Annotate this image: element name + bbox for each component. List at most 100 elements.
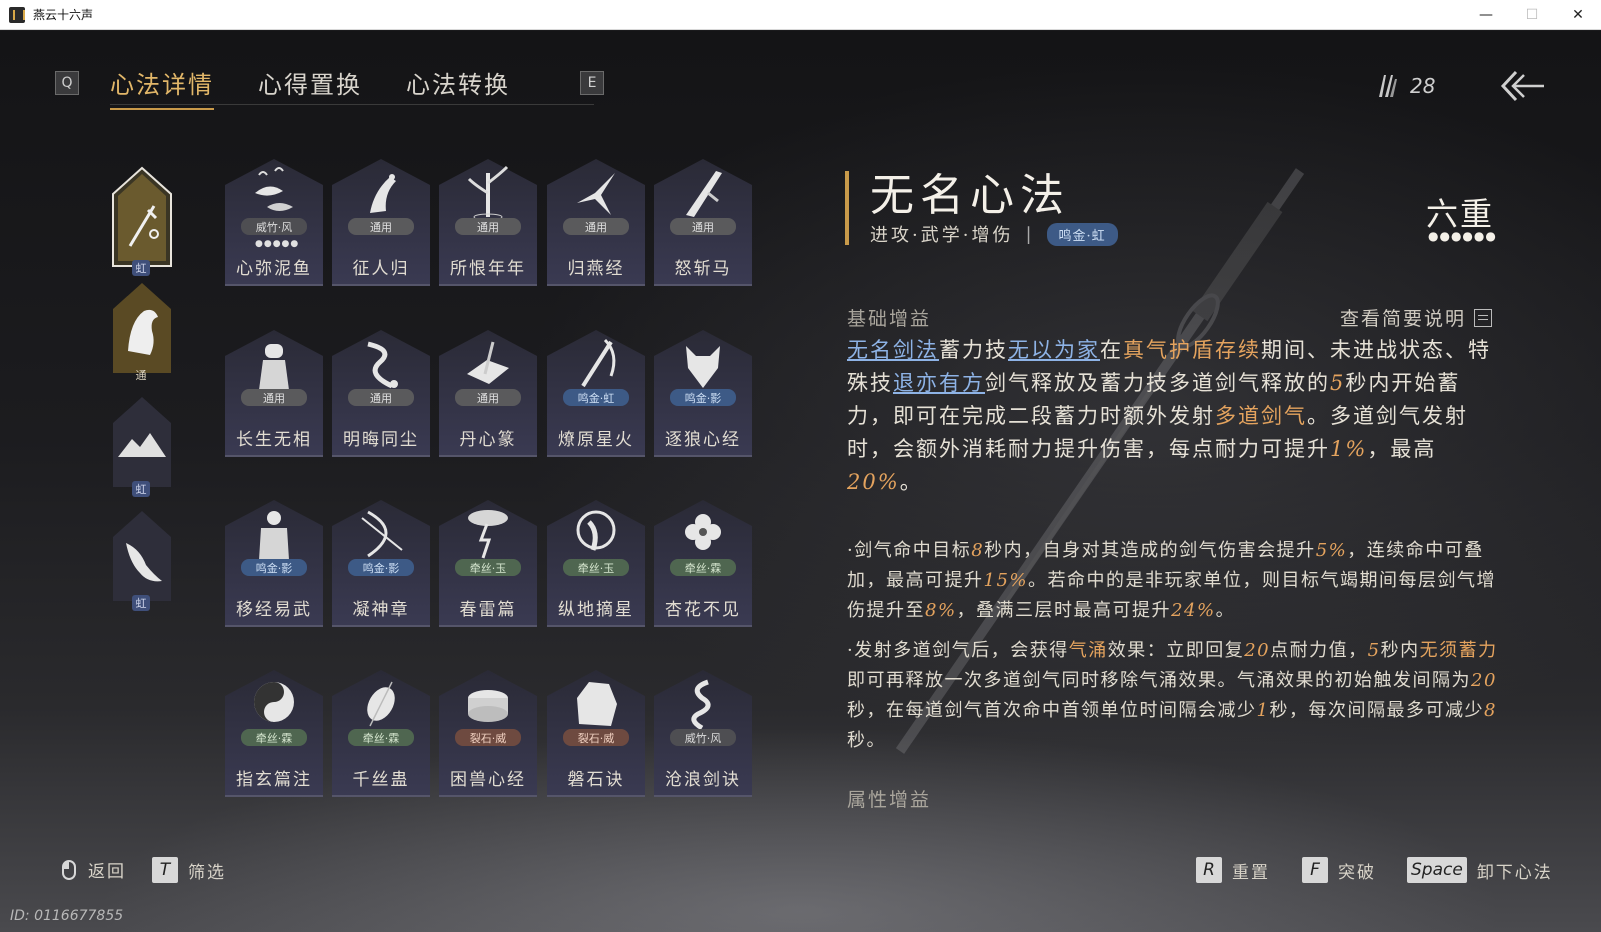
mind-card[interactable]: 通用 征人归 — [332, 159, 430, 287]
detail-sub-description-1: ·剑气命中目标8秒内，自身对其造成的剑气伤害会提升5%，连续命中可叠加，最高可提… — [847, 536, 1503, 626]
mind-card[interactable]: 通用 怒斩马 — [654, 159, 752, 287]
detail-level-dots: ●●●●●● — [1428, 229, 1497, 243]
mind-card[interactable]: 通用 明晦同尘 — [332, 330, 430, 458]
reset-hint[interactable]: R 重置 — [1196, 857, 1270, 883]
card-school-tag: 鸣金·影 — [241, 559, 307, 576]
number-segment: 1% — [1330, 437, 1368, 461]
card-school-tag: 裂石·威 — [563, 729, 629, 746]
mind-card[interactable]: 威竹·风 ●●●●● 心弥泥鱼 — [225, 159, 323, 287]
text-segment: 点耐力值， — [1270, 640, 1368, 661]
window-titlebar: 燕云十六声 — ☐ ✕ — [0, 0, 1601, 30]
game-viewport: Q 心法详情 心得置换 心法转换 E 28 虹 通 虹 虹 威竹·风 ●●●●●… — [0, 31, 1601, 932]
breakthrough-hint[interactable]: F 突破 — [1302, 857, 1376, 883]
number-segment: 5 — [1330, 371, 1346, 395]
tab-prev-key[interactable]: Q — [55, 71, 79, 95]
mind-card[interactable]: 裂石·威 磐石诀 — [547, 670, 645, 798]
mind-card[interactable]: 鸣金·影 逐狼心经 — [654, 330, 752, 458]
text-segment: 秒，每次间隔最多可减少 — [1269, 700, 1484, 721]
minimize-button[interactable]: — — [1463, 0, 1509, 30]
reset-key: R — [1196, 857, 1222, 883]
drum-icon — [468, 690, 508, 722]
number-segment: 5 — [1367, 640, 1381, 661]
card-name: 征人归 — [352, 259, 410, 279]
unload-hint[interactable]: Space 卸下心法 — [1407, 857, 1553, 883]
mind-card[interactable]: 通用 所恨年年 — [439, 159, 537, 287]
mind-card[interactable]: 牵丝·霖 指玄篇注 — [225, 670, 323, 798]
detail-sub-description-2: ·发射多道剑气后，会获得气涌效果：立即回复20点耐力值，5秒内无须蓄力即可再释放… — [847, 636, 1503, 756]
side-slot-3[interactable]: 虹 — [110, 395, 171, 497]
card-school-tag: 通用 — [670, 218, 736, 235]
side-slot-4[interactable]: 虹 — [110, 509, 171, 611]
mind-card[interactable]: 通用 丹心篆 — [439, 330, 537, 458]
side-slot-1[interactable]: 虹 — [110, 166, 172, 276]
mind-card[interactable]: 通用 归燕经 — [547, 159, 645, 287]
card-name: 燎原星火 — [558, 430, 634, 450]
mind-card[interactable]: 威竹·风 沧浪剑诀 — [654, 670, 752, 798]
side-slot-3-badge: 虹 — [132, 481, 150, 497]
card-name: 困兽心经 — [450, 770, 526, 790]
mind-card[interactable]: 牵丝·玉 春雷篇 — [439, 500, 537, 628]
text-segment: ·剑气命中目标 — [847, 540, 972, 561]
card-school-tag: 威竹·风 — [670, 729, 736, 746]
horse-icon — [113, 283, 171, 373]
mind-card[interactable]: 鸣金·虹 燎原星火 — [547, 330, 645, 458]
card-name: 归燕经 — [567, 259, 625, 279]
mind-card[interactable]: 鸣金·影 移经易武 — [225, 500, 323, 628]
list-icon — [1474, 308, 1493, 327]
highlight-segment: 气涌 — [1068, 640, 1108, 661]
breakthrough-label: 突破 — [1338, 862, 1376, 883]
swallow-icon — [577, 173, 615, 215]
reset-label: 重置 — [1232, 862, 1270, 883]
filter-label: 筛选 — [188, 862, 226, 883]
text-segment: 蓄力技 — [939, 338, 1008, 362]
dancer-icon — [576, 510, 616, 551]
mind-card[interactable]: 鸣金·影 凝神章 — [332, 500, 430, 628]
detail-school-badge: 鸣金·虹 — [1046, 222, 1118, 246]
card-name: 千丝蛊 — [352, 770, 410, 790]
player-uid: ID: 0116677855 — [10, 908, 124, 924]
card-school-tag: 威竹·风 — [241, 218, 307, 235]
mind-card[interactable]: 牵丝·霖千丝蛊 — [332, 670, 430, 798]
link-skill-tuiyiyoufang[interactable]: 退亦有方 — [893, 371, 985, 395]
brief-description-label: 查看简要说明 — [1340, 308, 1467, 330]
tab-divider — [110, 104, 594, 105]
number-segment: 5% — [1315, 540, 1348, 561]
card-school-tag: 通用 — [455, 389, 521, 406]
maximize-button[interactable]: ☐ — [1509, 0, 1555, 30]
close-button[interactable]: ✕ — [1555, 0, 1601, 30]
flower-icon — [685, 514, 721, 550]
feather-icon — [1379, 75, 1397, 97]
back-arrow-icon[interactable] — [1500, 69, 1546, 103]
text-segment: 剑气释放及蓄力技多道剑气释放的 — [985, 371, 1330, 395]
window-title: 燕云十六声 — [33, 8, 94, 22]
card-name: 长生无相 — [236, 430, 312, 450]
side-slot-2-badge: 通 — [135, 369, 147, 382]
side-slot-4-badge: 虹 — [132, 595, 150, 611]
text-segment: ，叠满三层时最高可提升 — [956, 600, 1172, 621]
wolf-icon — [686, 346, 720, 388]
unload-label: 卸下心法 — [1476, 862, 1553, 883]
section-base-bonus: 基础增益 — [847, 308, 932, 330]
card-school-tag: 牵丝·玉 — [563, 559, 629, 576]
mind-card[interactable]: 通用 长生无相 — [225, 330, 323, 458]
card-school-tag: 牵丝·霖 — [348, 729, 414, 746]
mind-card[interactable]: 牵丝·玉 纵地摘星 — [547, 500, 645, 628]
link-skill-wuyiweijia[interactable]: 无以为家 — [1008, 338, 1100, 362]
number-segment: 8 — [971, 540, 985, 561]
filter-key: T — [152, 857, 178, 883]
back-hint[interactable]: 返回 — [62, 857, 126, 882]
mind-card[interactable]: 牵丝·霖 杏花不见 — [654, 500, 752, 628]
bird-icon — [113, 511, 171, 601]
card-rank-dots: ●●●●● — [255, 239, 300, 249]
card-school-tag: 通用 — [348, 218, 414, 235]
cocoon-icon — [367, 681, 395, 727]
brief-description-link[interactable]: 查看简要说明 — [1340, 304, 1493, 331]
mind-card[interactable]: 裂石·威 困兽心经 — [439, 670, 537, 798]
tab-next-key[interactable]: E — [580, 71, 604, 95]
side-slot-2[interactable]: 通 — [110, 281, 171, 382]
lightning-icon — [468, 510, 508, 559]
link-skill-wuming[interactable]: 无名剑法 — [847, 338, 939, 362]
card-name: 杏花不见 — [665, 600, 741, 620]
filter-hint[interactable]: T 筛选 — [152, 857, 226, 883]
crane-icon — [370, 174, 396, 213]
